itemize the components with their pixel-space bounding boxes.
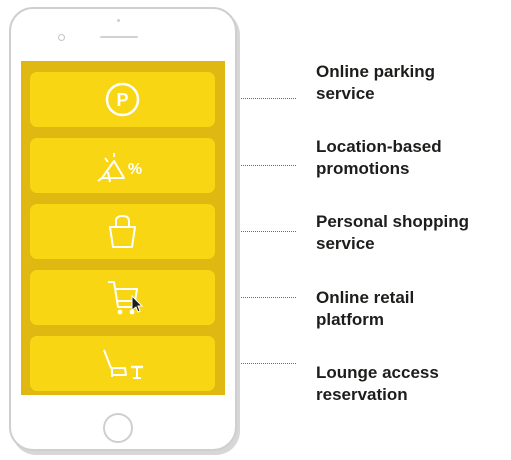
leader-line-lounge xyxy=(241,363,296,364)
phone-camera xyxy=(58,34,65,41)
tile-personal-shopping[interactable] xyxy=(30,204,215,259)
shopping-bag-icon xyxy=(109,214,136,248)
tile-online-retail[interactable] xyxy=(30,270,215,325)
label-personal-shopping-service: Personal shopping service xyxy=(316,212,470,253)
tile-location-promotions[interactable]: % xyxy=(30,138,215,193)
leader-line-retail xyxy=(241,297,296,298)
phone-screen: P % xyxy=(21,61,225,395)
leader-line-promotions xyxy=(241,165,296,166)
phone-sensor xyxy=(117,19,120,22)
parking-icon-letter: P xyxy=(116,90,128,110)
shopping-cart-icon xyxy=(108,281,144,315)
home-button[interactable] xyxy=(103,413,133,443)
label-online-retail-platform: Online retail platform xyxy=(316,288,415,329)
percent-sign: % xyxy=(128,161,142,178)
phone-speaker xyxy=(100,36,138,38)
leader-line-shopping xyxy=(241,231,296,232)
smartphone-illustration: P % xyxy=(9,7,237,451)
lounge-chair-icon xyxy=(103,349,143,379)
tile-online-parking[interactable]: P xyxy=(30,72,215,127)
tile-lounge-access[interactable] xyxy=(30,336,215,391)
label-online-parking-service: Online parking service xyxy=(316,62,436,103)
leader-line-parking xyxy=(241,98,296,99)
label-location-based-promotions: Location-based promotions xyxy=(316,137,442,178)
parking-icon: P xyxy=(105,82,140,117)
promotion-megaphone-icon: % xyxy=(97,153,142,183)
label-lounge-access-reservation: Lounge access reservation xyxy=(316,363,439,404)
